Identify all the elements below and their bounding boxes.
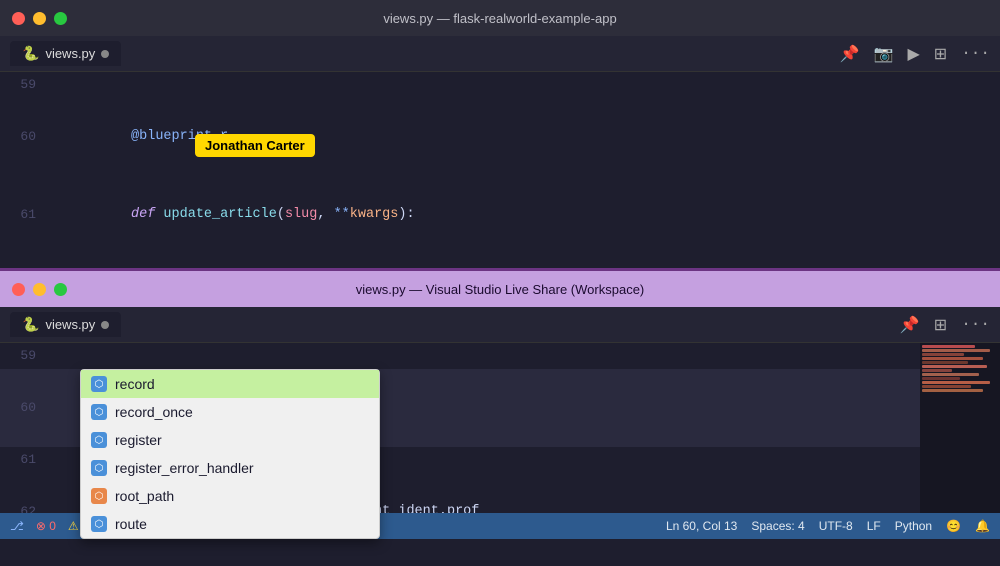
status-right: Ln 60, Col 13 Spaces: 4 UTF-8 LF Python … bbox=[666, 519, 990, 533]
autocomplete-dropdown: ⬡ record ⬡ record_once ⬡ register ⬡ regi… bbox=[80, 369, 380, 516]
ac-item-register[interactable]: ⬡ register bbox=[81, 426, 379, 454]
close-button-bottom[interactable] bbox=[12, 283, 25, 296]
ac-label-record-once: record_once bbox=[115, 404, 193, 420]
line-num-60: 60 bbox=[0, 124, 50, 150]
language-mode[interactable]: Python bbox=[895, 519, 932, 533]
ac-item-route[interactable]: ⬡ route bbox=[81, 510, 379, 516]
ac-item-register-error-handler[interactable]: ⬡ register_error_handler bbox=[81, 454, 379, 482]
ac-icon-record: ⬡ bbox=[91, 376, 107, 392]
minimap-line bbox=[922, 381, 990, 384]
ac-label-record: record bbox=[115, 376, 155, 392]
bell-icon[interactable]: 🔔 bbox=[975, 519, 990, 533]
bottom-code-line-59: 59 bbox=[0, 343, 920, 369]
tooltip-username: Jonathan Carter bbox=[205, 138, 305, 153]
ac-icon-register: ⬡ bbox=[91, 432, 107, 448]
top-tab-modified-dot bbox=[101, 50, 109, 58]
bottom-tab-views-py[interactable]: 🐍 views.py bbox=[10, 312, 121, 337]
more-icon[interactable]: ··· bbox=[961, 44, 990, 64]
indent-spaces[interactable]: Spaces: 4 bbox=[751, 519, 804, 533]
top-tab-bar: 🐍 views.py 📌 📷 ▶ ⊞ ··· bbox=[0, 36, 1000, 72]
window-controls-bottom bbox=[12, 283, 67, 296]
bottom-line-num-59: 59 bbox=[0, 343, 50, 369]
python-file-icon-bottom: 🐍 bbox=[22, 316, 39, 333]
ac-icon-root-path: ⬡ bbox=[91, 488, 107, 504]
minimap-line bbox=[922, 357, 983, 360]
ac-icon-register-error-handler: ⬡ bbox=[91, 460, 107, 476]
bottom-window-title: views.py — Visual Studio Live Share (Wor… bbox=[356, 282, 645, 297]
git-branch-icon: ⎇ bbox=[10, 519, 24, 533]
bottom-toolbar-right: 📌 ⊞ ··· bbox=[900, 315, 990, 335]
minimap-line bbox=[922, 353, 964, 356]
minimap-line bbox=[922, 349, 990, 352]
line-content-61: def update_article(slug, **kwargs): bbox=[50, 176, 415, 254]
pin-icon[interactable]: 📌 bbox=[840, 44, 860, 64]
close-button-top[interactable] bbox=[12, 12, 25, 25]
minimap-line bbox=[922, 369, 952, 372]
bottom-tab-modified-dot bbox=[101, 321, 109, 329]
pin-icon-bottom[interactable]: 📌 bbox=[900, 315, 920, 335]
status-left: ⎇ ⊗ 0 ⚠ 1 bbox=[10, 519, 89, 533]
line-num-59: 59 bbox=[0, 72, 50, 98]
ac-label-root-path: root_path bbox=[115, 488, 174, 504]
bottom-line-num-61: 61 bbox=[0, 447, 50, 473]
ac-item-record[interactable]: ⬡ record bbox=[81, 370, 379, 398]
split-icon-bottom[interactable]: ⊞ bbox=[934, 315, 947, 335]
bottom-code-area: 59 60 @blueprint.r| 61 62 bbox=[0, 343, 1000, 516]
python-file-icon: 🐍 bbox=[22, 45, 39, 62]
ac-item-root-path[interactable]: ⬡ root_path bbox=[81, 482, 379, 510]
minimap-line bbox=[922, 389, 983, 392]
maximize-button-bottom[interactable] bbox=[54, 283, 67, 296]
broadcast-icon[interactable]: 📷 bbox=[874, 44, 894, 64]
line-num-61: 61 bbox=[0, 202, 50, 228]
minimize-button-bottom[interactable] bbox=[33, 283, 46, 296]
top-tab-label: views.py bbox=[45, 46, 95, 61]
top-window-title: views.py — flask-realworld-example-app bbox=[383, 11, 616, 26]
ac-label-register-error-handler: register_error_handler bbox=[115, 460, 254, 476]
bottom-editor-window: views.py — Visual Studio Live Share (Wor… bbox=[0, 268, 1000, 539]
encoding[interactable]: UTF-8 bbox=[819, 519, 853, 533]
bottom-title-bar: views.py — Visual Studio Live Share (Wor… bbox=[0, 271, 1000, 307]
top-editor-window: views.py — flask-realworld-example-app 🐍… bbox=[0, 0, 1000, 268]
bottom-code-editor[interactable]: 59 60 @blueprint.r| 61 62 bbox=[0, 343, 920, 516]
code-line-60: 60 @blueprint.r bbox=[0, 98, 1000, 176]
bottom-tab-label: views.py bbox=[45, 317, 95, 332]
bottom-line-num-60: 60 bbox=[0, 395, 50, 421]
ac-icon-record-once: ⬡ bbox=[91, 404, 107, 420]
eol-type[interactable]: LF bbox=[867, 519, 881, 533]
emoji-icon[interactable]: 😊 bbox=[946, 519, 961, 533]
maximize-button-top[interactable] bbox=[54, 12, 67, 25]
window-controls-top bbox=[12, 12, 67, 25]
minimap-line bbox=[922, 385, 971, 388]
top-title-bar: views.py — flask-realworld-example-app bbox=[0, 0, 1000, 36]
minimap bbox=[920, 343, 1000, 516]
top-tab-views-py[interactable]: 🐍 views.py bbox=[10, 41, 121, 66]
play-icon[interactable]: ▶ bbox=[907, 44, 919, 64]
minimap-line bbox=[922, 345, 975, 348]
error-count[interactable]: ⊗ 0 bbox=[36, 519, 56, 533]
split-icon[interactable]: ⊞ bbox=[934, 44, 947, 64]
minimap-line bbox=[922, 365, 987, 368]
top-toolbar-right: 📌 📷 ▶ ⊞ ··· bbox=[840, 44, 990, 64]
user-tooltip: Jonathan Carter bbox=[195, 134, 315, 157]
code-line-61: 61 def update_article(slug, **kwargs): bbox=[0, 176, 1000, 254]
code-line-59: 59 bbox=[0, 72, 1000, 98]
minimize-button-top[interactable] bbox=[33, 12, 46, 25]
minimap-content bbox=[920, 343, 1000, 395]
minimap-line bbox=[922, 377, 960, 380]
ac-item-record-once[interactable]: ⬡ record_once bbox=[81, 398, 379, 426]
minimap-line bbox=[922, 361, 968, 364]
bottom-tab-bar: 🐍 views.py 📌 ⊞ ··· bbox=[0, 307, 1000, 343]
more-icon-bottom[interactable]: ··· bbox=[961, 315, 990, 335]
cursor-position[interactable]: Ln 60, Col 13 bbox=[666, 519, 737, 533]
minimap-line bbox=[922, 373, 979, 376]
ac-label-register: register bbox=[115, 432, 162, 448]
